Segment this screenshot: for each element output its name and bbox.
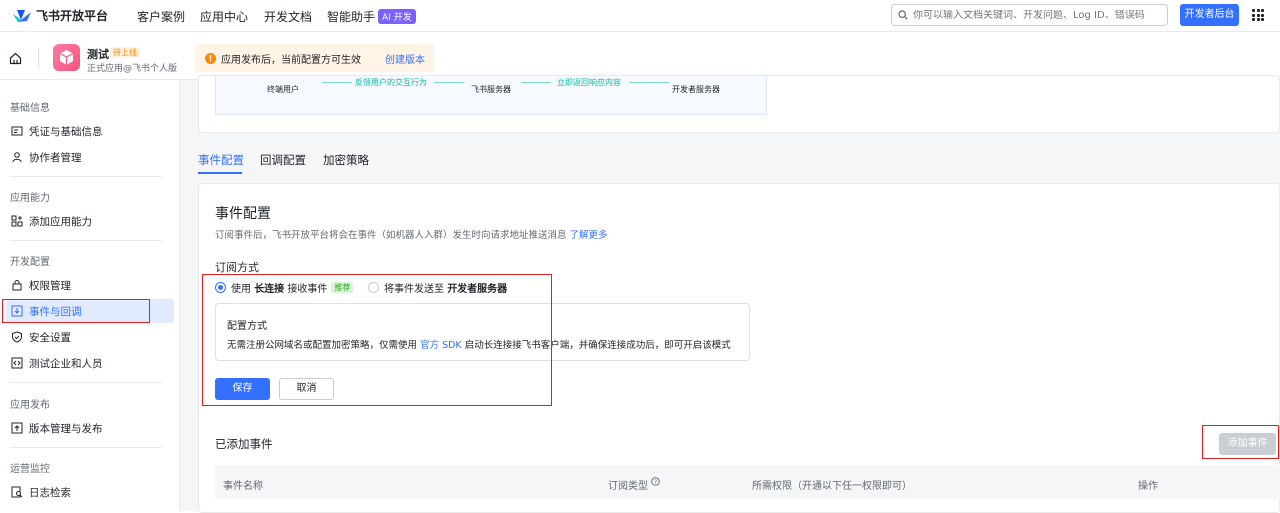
- sidebar-item-label: 版本管理与发布: [29, 422, 103, 435]
- sidebar-section-basic: 基础信息: [10, 103, 50, 114]
- sidebar-item-test-enterprise[interactable]: 测试企业和人员: [6, 351, 174, 375]
- add-grid-icon: [11, 215, 23, 227]
- sidebar-item-permissions[interactable]: 权限管理: [6, 273, 174, 297]
- top-bar: 飞书开放平台 客户案例 应用中心 开发文档 智能助手AI 开发 开发者后台: [0, 0, 1280, 32]
- user-icon: [12, 152, 22, 163]
- arrow-line: [434, 82, 464, 83]
- highlight-box: [1202, 425, 1279, 459]
- sidebar-section-capabilities: 应用能力: [10, 193, 50, 204]
- app-subtitle: 正式应用@飞书个人版: [87, 64, 178, 74]
- sidebar-item-label: 安全设置: [29, 331, 71, 344]
- ai-badge: AI 开发: [378, 9, 416, 24]
- sidebar-item-add-capability[interactable]: 添加应用能力: [6, 209, 174, 233]
- developer-console-button[interactable]: 开发者后台: [1180, 4, 1239, 26]
- search-box[interactable]: [891, 4, 1168, 26]
- search-input[interactable]: [913, 9, 1163, 21]
- sidebar-item-label: 协作者管理: [29, 151, 82, 164]
- nav-app-center[interactable]: 应用中心: [200, 8, 248, 25]
- status-badge: 待上线: [110, 47, 140, 58]
- diagram-feishu-server: 飞书服务器: [471, 85, 511, 94]
- col-event-name: 事件名称: [223, 481, 263, 492]
- sidebar-section-release: 应用发布: [10, 400, 50, 411]
- diagram-card: 终端用户 反馈用户的交互行为 飞书服务器 立即返回响应内容 开发者服务器: [198, 75, 1280, 133]
- logo-text: 飞书开放平台: [36, 9, 109, 23]
- app-header: 测试 待上线 正式应用@飞书个人版 ! 应用发布后，当前配置方可生效 创建版本: [0, 36, 1280, 80]
- svg-text:?: ?: [654, 479, 657, 486]
- upload-icon: [11, 422, 23, 434]
- arrow-line: [322, 82, 352, 83]
- divider: [10, 382, 162, 383]
- nav-dev-docs[interactable]: 开发文档: [264, 8, 312, 25]
- help-icon[interactable]: ?: [651, 477, 660, 486]
- learn-more-link[interactable]: 了解更多: [570, 230, 608, 241]
- active-tab-indicator: [198, 172, 242, 174]
- col-subscription-type: 订阅类型: [608, 481, 648, 492]
- create-version-link[interactable]: 创建版本: [385, 51, 425, 66]
- events-table-header: 事件名称 订阅类型 ? 所需权限（开通以下任一权限即可） 操作: [215, 465, 1280, 499]
- sidebar-item-collaborators[interactable]: 协作者管理: [6, 145, 174, 169]
- sidebar-item-version-release[interactable]: 版本管理与发布: [6, 416, 174, 440]
- sidebar-item-label: 凭证与基础信息: [29, 125, 103, 138]
- tab-callback-config[interactable]: 回调配置: [260, 152, 306, 168]
- sidebar-section-dev-config: 开发配置: [10, 257, 50, 268]
- diagram-return-label: 立即返回响应内容: [557, 78, 621, 87]
- tab-encryption[interactable]: 加密策略: [323, 152, 369, 168]
- event-config-card: 事件配置 订阅事件后，飞书开放平台将会在事件（如机器人入群）发生时向请求地址推送…: [198, 183, 1280, 513]
- search-icon: [898, 10, 908, 20]
- id-card-icon: [11, 126, 23, 136]
- section-description: 订阅事件后，飞书开放平台将会在事件（如机器人入群）发生时向请求地址推送消息 了解…: [215, 227, 608, 241]
- app-grid-icon[interactable]: [1252, 9, 1264, 21]
- arrow-line: [521, 82, 551, 83]
- feishu-logo-icon: [13, 9, 31, 22]
- lock-icon: [12, 280, 22, 291]
- home-icon[interactable]: [9, 52, 22, 65]
- sidebar-item-label: 权限管理: [29, 279, 71, 292]
- highlight-box: [2, 299, 150, 323]
- sidebar-item-credentials[interactable]: 凭证与基础信息: [6, 119, 174, 143]
- app-name: 测试: [87, 48, 109, 61]
- divider: [10, 447, 162, 448]
- sidebar-item-label: 测试企业和人员: [29, 357, 103, 370]
- diagram-feedback-label: 反馈用户的交互行为: [355, 78, 427, 87]
- nav-ai-assistant-label: 智能助手: [327, 10, 376, 24]
- publish-notice: ! 应用发布后，当前配置方可生效 创建版本: [195, 44, 434, 72]
- added-events-title: 已添加事件: [215, 437, 273, 451]
- sidebar-section-monitoring: 运营监控: [10, 464, 50, 475]
- logo[interactable]: 飞书开放平台: [12, 7, 108, 24]
- col-actions: 操作: [1138, 481, 1158, 492]
- diagram-end-user: 终端用户: [267, 85, 299, 94]
- code-icon: [11, 357, 23, 369]
- nav-customer-cases[interactable]: 客户案例: [137, 8, 185, 25]
- description-text: 订阅事件后，飞书开放平台将会在事件（如机器人入群）发生时向请求地址推送消息: [215, 230, 567, 241]
- diagram-dev-server: 开发者服务器: [672, 85, 720, 94]
- shield-icon: [12, 331, 22, 343]
- main-content: 终端用户 反馈用户的交互行为 飞书服务器 立即返回响应内容 开发者服务器 事件配…: [180, 75, 1280, 513]
- section-title: 事件配置: [215, 206, 271, 222]
- divider: [10, 240, 162, 241]
- sidebar: 基础信息 凭证与基础信息 协作者管理 应用能力 添加应用能力 开发配置 权限管理…: [0, 80, 180, 511]
- cube-icon: [59, 50, 74, 65]
- col-required-permissions: 所需权限（开通以下任一权限即可）: [752, 481, 912, 492]
- log-search-icon: [11, 486, 23, 498]
- arrow-line: [629, 82, 669, 83]
- sidebar-item-label: 日志检索: [29, 486, 71, 499]
- sidebar-item-log-search[interactable]: 日志检索: [6, 480, 174, 504]
- flow-diagram: 终端用户 反馈用户的交互行为 飞书服务器 立即返回响应内容 开发者服务器: [215, 76, 767, 115]
- sidebar-item-security[interactable]: 安全设置: [6, 325, 174, 349]
- nav-ai-assistant[interactable]: 智能助手 AI 开发: [327, 8, 416, 25]
- tab-bar: 事件配置 回调配置 加密策略: [198, 150, 1280, 174]
- subscription-mode-title: 订阅方式: [215, 261, 259, 274]
- app-avatar: [53, 44, 80, 71]
- tab-event-config[interactable]: 事件配置: [198, 152, 244, 168]
- warning-icon: !: [205, 52, 216, 64]
- highlight-box: [202, 274, 552, 406]
- notice-text: 应用发布后，当前配置方可生效: [221, 54, 361, 66]
- divider: [38, 48, 39, 68]
- divider: [10, 176, 162, 177]
- sidebar-item-label: 添加应用能力: [29, 215, 92, 228]
